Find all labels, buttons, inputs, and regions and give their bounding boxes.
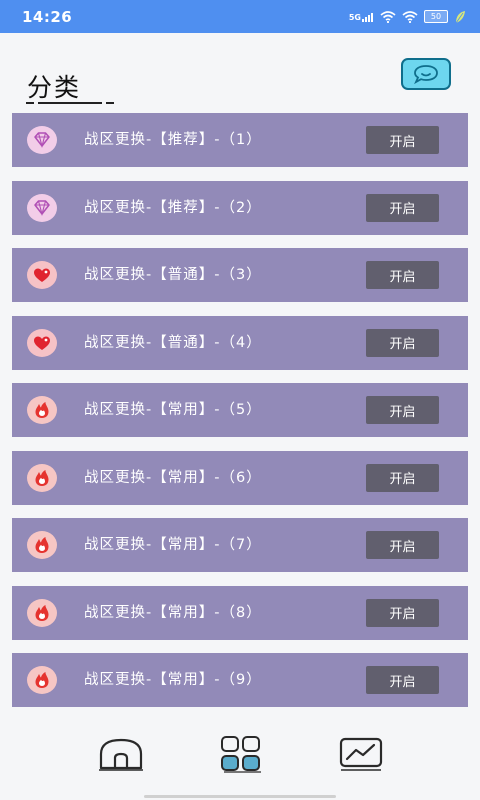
list-item: 战区更换-【推荐】-（2） 开启 — [12, 180, 468, 235]
list-item-label: 战区更换-【推荐】-（1） — [84, 132, 262, 148]
network-label: 5G — [348, 12, 361, 22]
bottom-nav — [0, 722, 480, 800]
list-item-label: 战区更换-【常用】-（6） — [84, 469, 262, 486]
title-underline — [26, 102, 114, 104]
open-button[interactable]: 开启 — [366, 666, 439, 694]
category-list: 战区更换-【推荐】-（1） 开启 战区更换-【推荐】-（2） 开启 战区更换-【普通】-… — [12, 113, 468, 721]
nav-category[interactable] — [216, 734, 266, 774]
list-item-label: 战区更换-【推荐】-（2） — [84, 199, 262, 216]
list-item-label: 战区更换-【常用】-（5） — [84, 402, 262, 418]
flame-icon — [26, 665, 58, 695]
chat-button[interactable] — [401, 58, 451, 90]
chat-bubble-icon — [414, 65, 438, 84]
status-time: 14:26 — [22, 7, 73, 26]
flame-icon — [26, 598, 58, 628]
diamond-icon — [26, 193, 58, 223]
open-button[interactable]: 开启 — [366, 396, 439, 424]
home-icon — [99, 738, 143, 771]
5g-signal-icon: 5G — [349, 12, 374, 22]
heart-icon — [26, 260, 58, 290]
open-button[interactable]: 开启 — [366, 261, 439, 289]
wifi-icon — [402, 10, 418, 23]
grid-icon — [221, 736, 261, 773]
page-title: 分类 — [27, 73, 82, 102]
list-item: 战区更换-【常用】-（8） 开启 — [12, 585, 468, 640]
nav-home[interactable] — [96, 734, 146, 774]
list-item: 战区更换-【常用】-（5） 开启 — [12, 383, 468, 437]
flame-icon — [26, 463, 58, 493]
list-item-label: 战区更换-【常用】-（8） — [84, 604, 262, 621]
list-item: 战区更换-【常用】-（6） 开启 — [12, 450, 468, 505]
list-item-label: 战区更换-【普通】-（3） — [84, 267, 262, 283]
leaf-icon — [455, 10, 465, 23]
list-item-label: 战区更换-【常用】-（7） — [84, 537, 262, 553]
open-button[interactable]: 开启 — [366, 531, 439, 559]
flame-icon — [26, 530, 58, 560]
list-item: 战区更换-【常用】-（9） 开启 — [12, 653, 468, 707]
home-indicator — [144, 795, 336, 798]
list-item: 战区更换-【普通】-（4） 开启 — [12, 315, 468, 370]
status-icons: 5G 50 — [349, 10, 466, 24]
list-item-label: 战区更换-【普通】-（4） — [84, 334, 262, 351]
diamond-icon — [26, 125, 58, 155]
open-button[interactable]: 开启 — [366, 598, 439, 627]
open-button[interactable]: 开启 — [366, 328, 439, 357]
list-item-label: 战区更换-【常用】-（9） — [84, 672, 262, 688]
battery-icon: 50 — [424, 10, 448, 23]
heart-icon — [26, 328, 58, 358]
open-button[interactable]: 开启 — [366, 463, 439, 492]
open-button[interactable]: 开启 — [366, 193, 439, 222]
nav-stats[interactable] — [336, 734, 386, 774]
list-item: 战区更换-【普通】-（3） 开启 — [12, 248, 468, 302]
list-item: 战区更换-【常用】-（7） 开启 — [12, 518, 468, 572]
flame-icon — [26, 395, 58, 425]
open-button[interactable]: 开启 — [366, 126, 439, 154]
status-bar: 14:26 5G 50 — [0, 0, 480, 33]
wifi-icon — [380, 10, 396, 23]
list-item: 战区更换-【推荐】-（1） 开启 — [12, 113, 468, 167]
chart-icon — [339, 737, 383, 771]
